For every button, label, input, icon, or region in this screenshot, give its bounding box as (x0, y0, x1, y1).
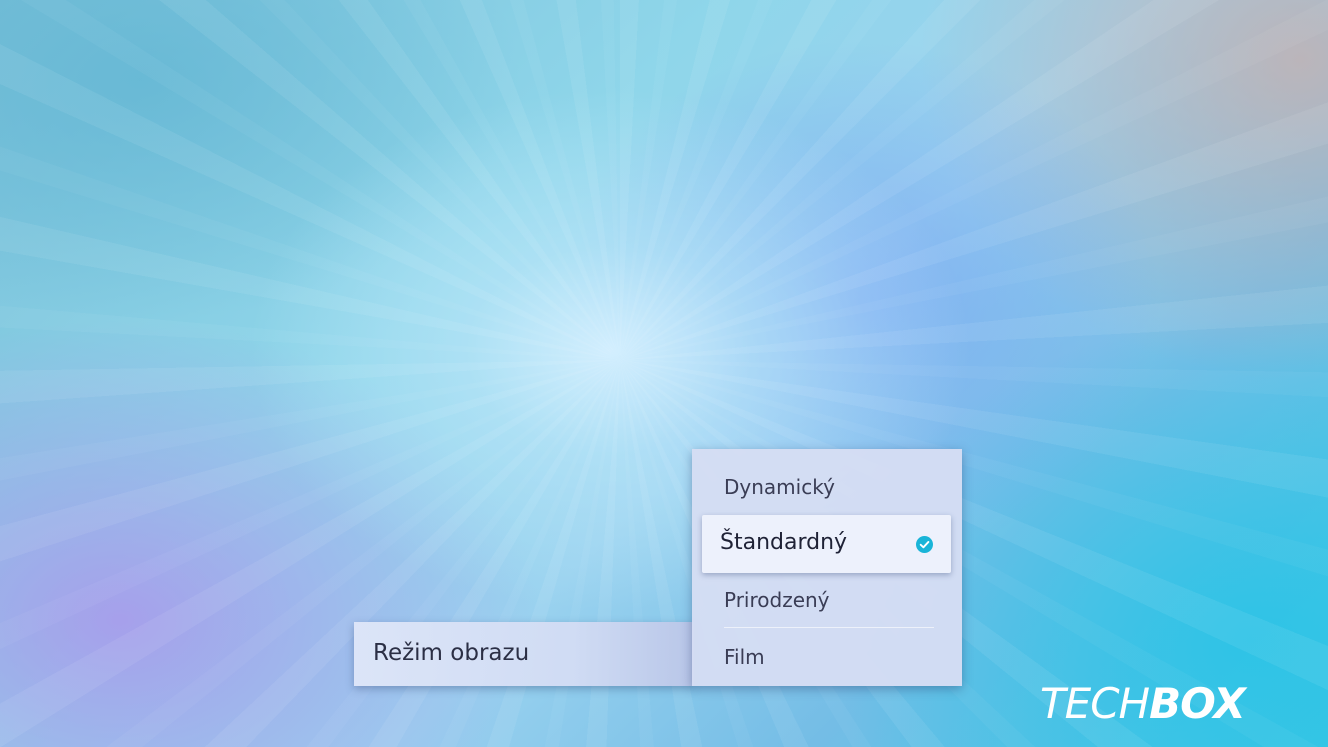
divider (724, 627, 934, 628)
option-standard[interactable]: Štandardný (702, 515, 951, 573)
option-label: Dynamický (724, 475, 835, 499)
logo-text-tech: TECH (1040, 679, 1150, 728)
option-natural[interactable]: Prirodzený (692, 573, 962, 629)
option-label: Film (724, 645, 765, 669)
logo-text-box: BOX (1149, 679, 1246, 728)
option-label: Štandardný (720, 530, 848, 555)
option-movie[interactable]: Film (692, 630, 962, 686)
picture-mode-setting[interactable]: Režim obrazu (354, 622, 694, 686)
option-label: Prirodzený (724, 588, 830, 612)
picture-mode-options: Dynamický Štandardný Prirodzený Film (692, 449, 962, 686)
check-circle-icon (916, 536, 933, 553)
picture-mode-label: Režim obrazu (373, 640, 530, 666)
option-dynamic[interactable]: Dynamický (692, 460, 962, 516)
techbox-logo: TECHBOX (1040, 679, 1246, 728)
